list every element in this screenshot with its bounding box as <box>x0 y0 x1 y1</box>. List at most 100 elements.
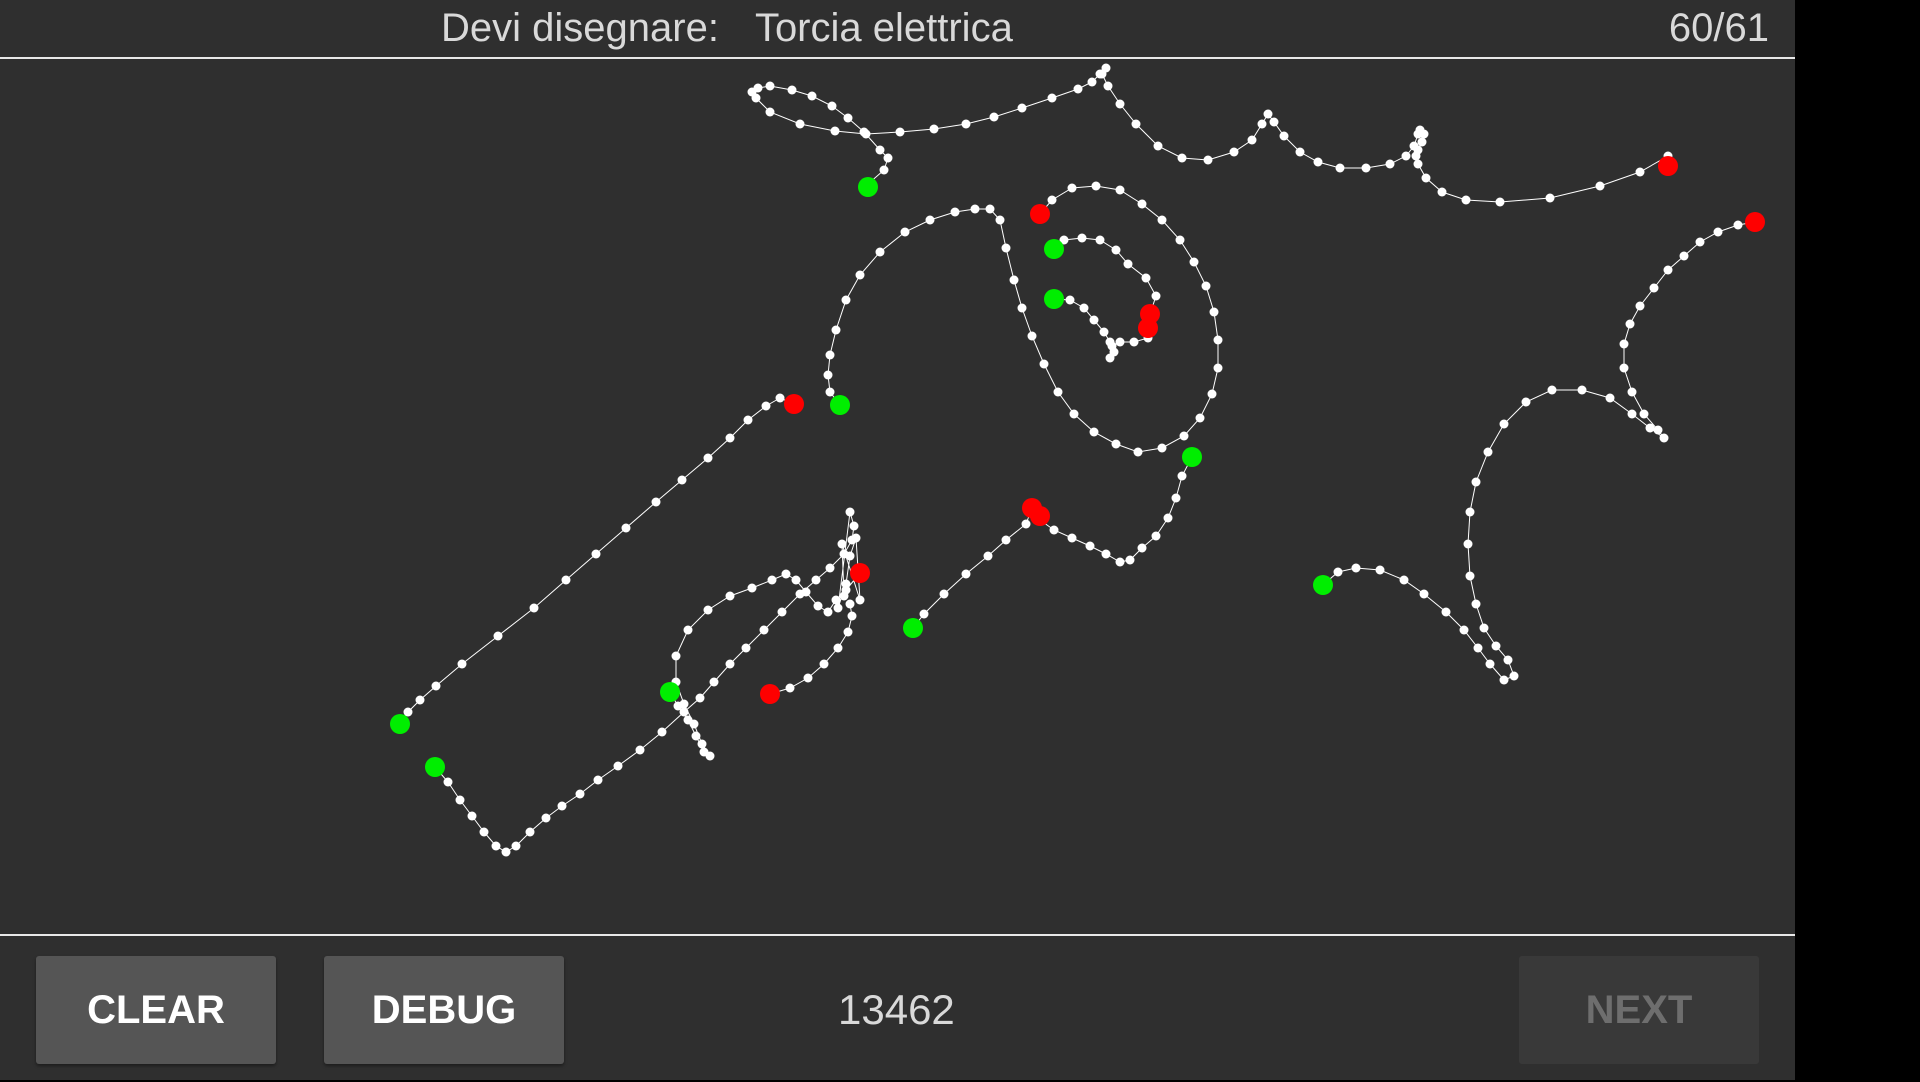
stroke-point <box>725 433 735 443</box>
stroke-point <box>1153 141 1163 151</box>
stroke-point <box>1695 237 1705 247</box>
stroke-point <box>1411 151 1421 161</box>
prompt: Devi disegnare: Torcia elettrica <box>441 6 1013 51</box>
stroke-point <box>697 739 707 749</box>
stroke-point <box>985 204 995 214</box>
stroke-point <box>457 659 467 669</box>
stroke-point <box>1163 513 1173 523</box>
stroke-point <box>843 113 853 123</box>
stroke-point <box>725 659 735 669</box>
stroke-start-dot <box>1044 239 1064 259</box>
stroke-point <box>1087 77 1097 87</box>
stroke-point <box>919 609 929 619</box>
stroke-end-dot <box>850 563 870 583</box>
stroke-point <box>1095 235 1105 245</box>
stroke-point <box>1133 447 1143 457</box>
stroke-point <box>1105 353 1115 363</box>
stroke-point <box>845 551 855 561</box>
stroke-point <box>671 651 681 661</box>
stroke-point <box>1361 163 1371 173</box>
stroke-point <box>1649 283 1659 293</box>
stroke-point <box>1595 181 1605 191</box>
stroke-point <box>1175 235 1185 245</box>
stroke-point <box>1027 331 1037 341</box>
stroke-line <box>1039 456 1193 563</box>
stroke-line <box>434 511 861 853</box>
stroke-point <box>1471 599 1481 609</box>
stroke-point <box>1401 151 1411 161</box>
stroke-line <box>669 572 861 757</box>
stroke-point <box>1619 339 1629 349</box>
stroke-point <box>1547 385 1557 395</box>
stroke-point <box>837 539 847 549</box>
stroke-point <box>825 350 835 360</box>
stroke-point <box>1195 413 1205 423</box>
stroke-point <box>1485 659 1495 669</box>
stroke-end-dot <box>1030 506 1050 526</box>
stroke-point <box>1627 387 1637 397</box>
stroke-point <box>1125 555 1135 565</box>
stroke-point <box>1413 159 1423 169</box>
stroke-point <box>1421 173 1431 183</box>
stroke-point <box>741 643 751 653</box>
stroke-point <box>1619 363 1629 373</box>
drawing-canvas[interactable] <box>0 59 1795 935</box>
stroke-point <box>841 295 851 305</box>
stroke-point <box>1213 335 1223 345</box>
stroke-point <box>845 599 855 609</box>
stroke-point <box>950 207 960 217</box>
stroke-line <box>912 507 1033 629</box>
stroke-point <box>875 145 885 155</box>
stroke-point <box>511 841 521 851</box>
stroke-point <box>1131 119 1141 129</box>
stroke-point <box>1097 69 1107 79</box>
stroke-point <box>855 270 865 280</box>
stroke-point <box>1129 337 1139 347</box>
stroke-point <box>1151 291 1161 301</box>
stroke-point <box>851 533 861 543</box>
stroke-point <box>1111 439 1121 449</box>
stroke-point <box>823 370 833 380</box>
stroke-point <box>479 827 489 837</box>
stroke-point <box>1047 195 1057 205</box>
stroke-start-dot <box>660 682 680 702</box>
stroke-point <box>807 91 817 101</box>
stroke-point <box>751 93 761 103</box>
stroke-point <box>415 695 425 705</box>
debug-button[interactable]: DEBUG <box>324 956 564 1064</box>
stroke-point <box>1141 273 1151 283</box>
stroke-point <box>1107 341 1117 351</box>
next-button: NEXT <box>1519 956 1759 1064</box>
stroke-point <box>443 777 453 787</box>
stroke-point <box>1017 303 1027 313</box>
clear-button[interactable]: CLEAR <box>36 956 276 1064</box>
stroke-point <box>1115 185 1125 195</box>
progress-counter: 60/61 <box>1668 6 1769 50</box>
stroke-point <box>777 607 787 617</box>
stroke-start-dot <box>1313 575 1333 595</box>
stroke-point <box>1021 519 1031 529</box>
stroke-point <box>1499 419 1509 429</box>
screen-edge <box>1795 0 1920 1080</box>
stroke-point <box>1179 431 1189 441</box>
stroke-point <box>1635 167 1645 177</box>
stroke-point <box>1279 131 1289 141</box>
stroke-point <box>833 603 843 613</box>
stroke-point <box>1635 301 1645 311</box>
stroke-point <box>1137 543 1147 553</box>
stroke-point <box>1659 433 1669 443</box>
stroke-point <box>1157 443 1167 453</box>
stroke-point <box>1229 147 1239 157</box>
stroke-start-dot <box>830 395 850 415</box>
stroke-point <box>1001 243 1011 253</box>
stroke-point <box>830 126 840 136</box>
stroke-point <box>1103 81 1113 91</box>
stroke-point <box>767 575 777 585</box>
stroke-point <box>995 215 1005 225</box>
stroke-point <box>689 719 699 729</box>
stroke-point <box>1479 623 1489 633</box>
stroke-point <box>970 204 980 214</box>
stroke-point <box>983 551 993 561</box>
stroke-point <box>1375 565 1385 575</box>
stroke-point <box>1257 119 1267 129</box>
